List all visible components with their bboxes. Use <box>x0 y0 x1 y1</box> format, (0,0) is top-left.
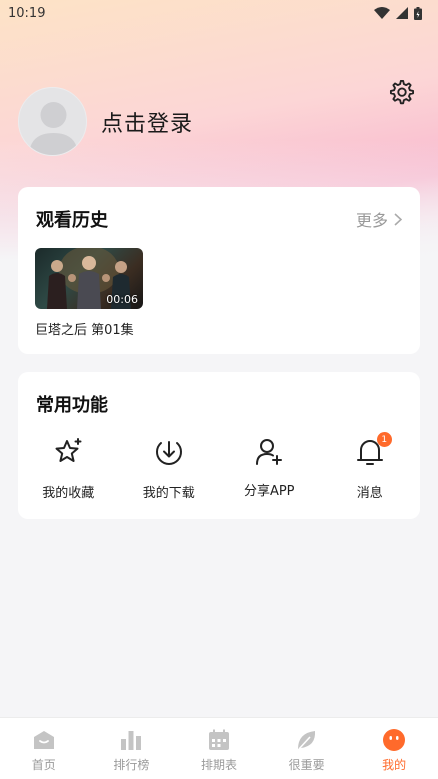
history-item-title[interactable]: 巨塔之后 第01集 <box>35 319 143 338</box>
video-duration: 00:06 <box>106 293 138 306</box>
default-avatar-icon <box>29 102 78 155</box>
tab-label: 首页 <box>31 758 56 772</box>
func-label: 我的收藏 <box>42 486 95 501</box>
common-functions-title: 常用功能 <box>36 395 108 416</box>
message-badge: 1 <box>376 432 392 447</box>
watch-history-card: 观看历史 更多 00:06 巨塔之后 第01集 <box>18 187 420 354</box>
tab-label: 排行榜 <box>113 758 150 772</box>
func-label: 分享APP <box>243 484 295 499</box>
history-item[interactable]: 00:06 巨塔之后 第01集 <box>35 248 143 338</box>
status-icons <box>374 6 422 20</box>
signal-icon <box>396 7 408 19</box>
video-thumbnail[interactable]: 00:06 <box>35 248 143 309</box>
tab-important[interactable]: 很重要 <box>263 718 351 779</box>
avatar[interactable] <box>18 87 87 156</box>
common-functions-card: 常用功能 我的收藏 我的下载 分享APP 1 消息 <box>18 372 420 519</box>
chevron-right-icon <box>394 212 402 226</box>
face-icon <box>383 729 406 751</box>
history-more-link[interactable]: 更多 <box>356 207 402 231</box>
watch-history-title: 观看历史 <box>36 210 108 231</box>
star-sparkle-icon <box>55 438 82 462</box>
tab-mine[interactable]: 我的 <box>350 718 438 779</box>
tab-home[interactable]: 首页 <box>0 718 88 779</box>
status-bar: 10:19 <box>0 0 438 26</box>
home-icon <box>33 731 54 749</box>
add-user-icon <box>256 439 283 465</box>
bar-chart-icon <box>121 731 142 750</box>
my-favorites-button[interactable]: 我的收藏 <box>18 436 119 501</box>
calendar-icon <box>208 729 229 750</box>
func-label: 我的下载 <box>142 486 195 501</box>
tab-label: 很重要 <box>288 758 325 772</box>
status-time: 10:19 <box>8 5 46 21</box>
battery-icon <box>414 6 422 20</box>
gear-icon <box>389 79 415 105</box>
tab-ranking[interactable]: 排行榜 <box>88 718 176 779</box>
tab-label: 排期表 <box>200 758 237 772</box>
download-icon <box>155 441 182 465</box>
profile-login-area[interactable]: 点击登录 <box>18 87 193 156</box>
login-text[interactable]: 点击登录 <box>101 106 193 138</box>
functions-row: 我的收藏 我的下载 分享APP 1 消息 <box>18 432 421 501</box>
leaf-icon <box>297 731 315 750</box>
messages-button[interactable]: 1 消息 <box>320 432 421 501</box>
more-label: 更多 <box>355 211 388 230</box>
tab-schedule[interactable]: 排期表 <box>175 718 263 779</box>
settings-button[interactable] <box>388 78 416 106</box>
my-downloads-button[interactable]: 我的下载 <box>119 436 220 501</box>
tab-label: 我的 <box>382 758 407 772</box>
share-app-button[interactable]: 分享APP <box>219 436 320 501</box>
wifi-icon <box>374 7 390 19</box>
func-label: 消息 <box>356 486 383 501</box>
bottom-tab-bar: 首页 排行榜 排期表 很重要 我的 <box>0 717 438 779</box>
